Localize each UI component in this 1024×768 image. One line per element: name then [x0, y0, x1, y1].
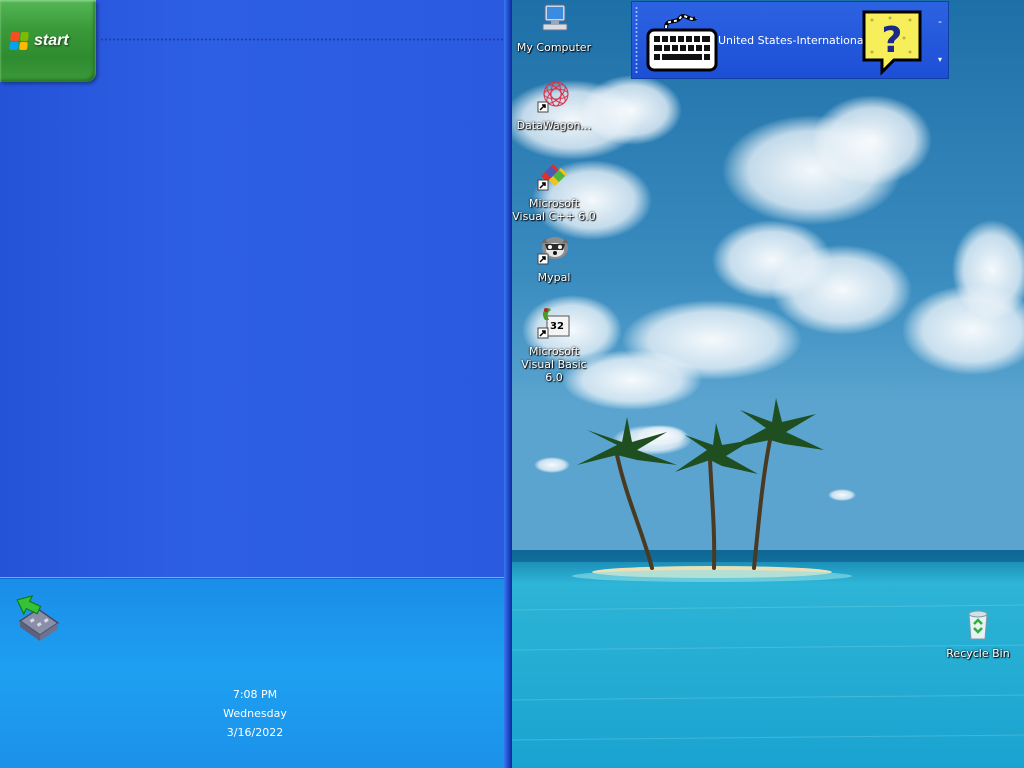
desktop-icon-datawagon[interactable]: DataWagon… — [512, 80, 597, 132]
desktop[interactable]: My Computer DataWagon… Microsoft Visual … — [512, 0, 1024, 768]
clock[interactable]: 7:08 PM Wednesday 3/16/2022 — [0, 685, 510, 742]
desktop-icon-visual-basic[interactable]: 32 Microsoft Visual Basic 6.0 — [512, 306, 597, 384]
keyboard-icon[interactable] — [646, 10, 718, 72]
icon-label: My Computer — [516, 41, 592, 54]
desktop-icon-mypal[interactable]: Mypal — [512, 232, 597, 284]
start-button[interactable]: start — [0, 0, 96, 82]
svg-text:32: 32 — [550, 321, 564, 332]
taskbar[interactable]: start 7:08 PM Wednesday 3/16/2022 — [0, 0, 510, 768]
desktop-icon-my-computer[interactable]: My Computer — [512, 2, 597, 54]
clock-time: 7:08 PM — [232, 688, 278, 701]
language-bar[interactable]: United States-International ? - ▾ — [631, 1, 949, 79]
taskbar-grip[interactable] — [100, 38, 504, 41]
language-name: United States-International — [718, 34, 867, 47]
icon-label: Microsoft Visual Basic 6.0 — [521, 345, 587, 384]
start-label: start — [34, 32, 69, 49]
clock-day: Wednesday — [223, 707, 287, 720]
taskbar-resize-edge[interactable] — [504, 0, 512, 768]
language-bar-grip[interactable] — [635, 6, 638, 74]
svg-text:?: ? — [882, 20, 903, 61]
icon-label: Mypal — [537, 271, 571, 284]
recycle-bin-icon — [968, 610, 988, 640]
help-icon[interactable]: ? — [860, 8, 924, 76]
datawagon-icon — [537, 81, 569, 113]
visual-basic-icon: 32 — [537, 308, 570, 339]
desktop-icon-visual-cpp[interactable]: Microsoft Visual C++ 6.0 — [512, 158, 597, 223]
clock-date: 3/16/2022 — [226, 726, 284, 739]
safely-remove-hardware-icon[interactable] — [10, 591, 66, 647]
mypal-icon — [537, 237, 568, 265]
icon-label: Microsoft Visual C++ 6.0 — [512, 197, 596, 223]
desktop-icon-recycle-bin[interactable]: Recycle Bin — [935, 608, 1021, 660]
icon-label: DataWagon… — [516, 119, 592, 132]
notification-area: 7:08 PM Wednesday 3/16/2022 — [0, 577, 510, 768]
visual-cpp-icon — [537, 164, 567, 191]
icon-label: Recycle Bin — [946, 647, 1010, 660]
my-computer-icon — [542, 4, 568, 31]
language-bar-minimize-button[interactable]: - — [934, 16, 946, 28]
windows-logo-icon — [9, 32, 29, 50]
language-bar-options-button[interactable]: ▾ — [934, 54, 946, 66]
